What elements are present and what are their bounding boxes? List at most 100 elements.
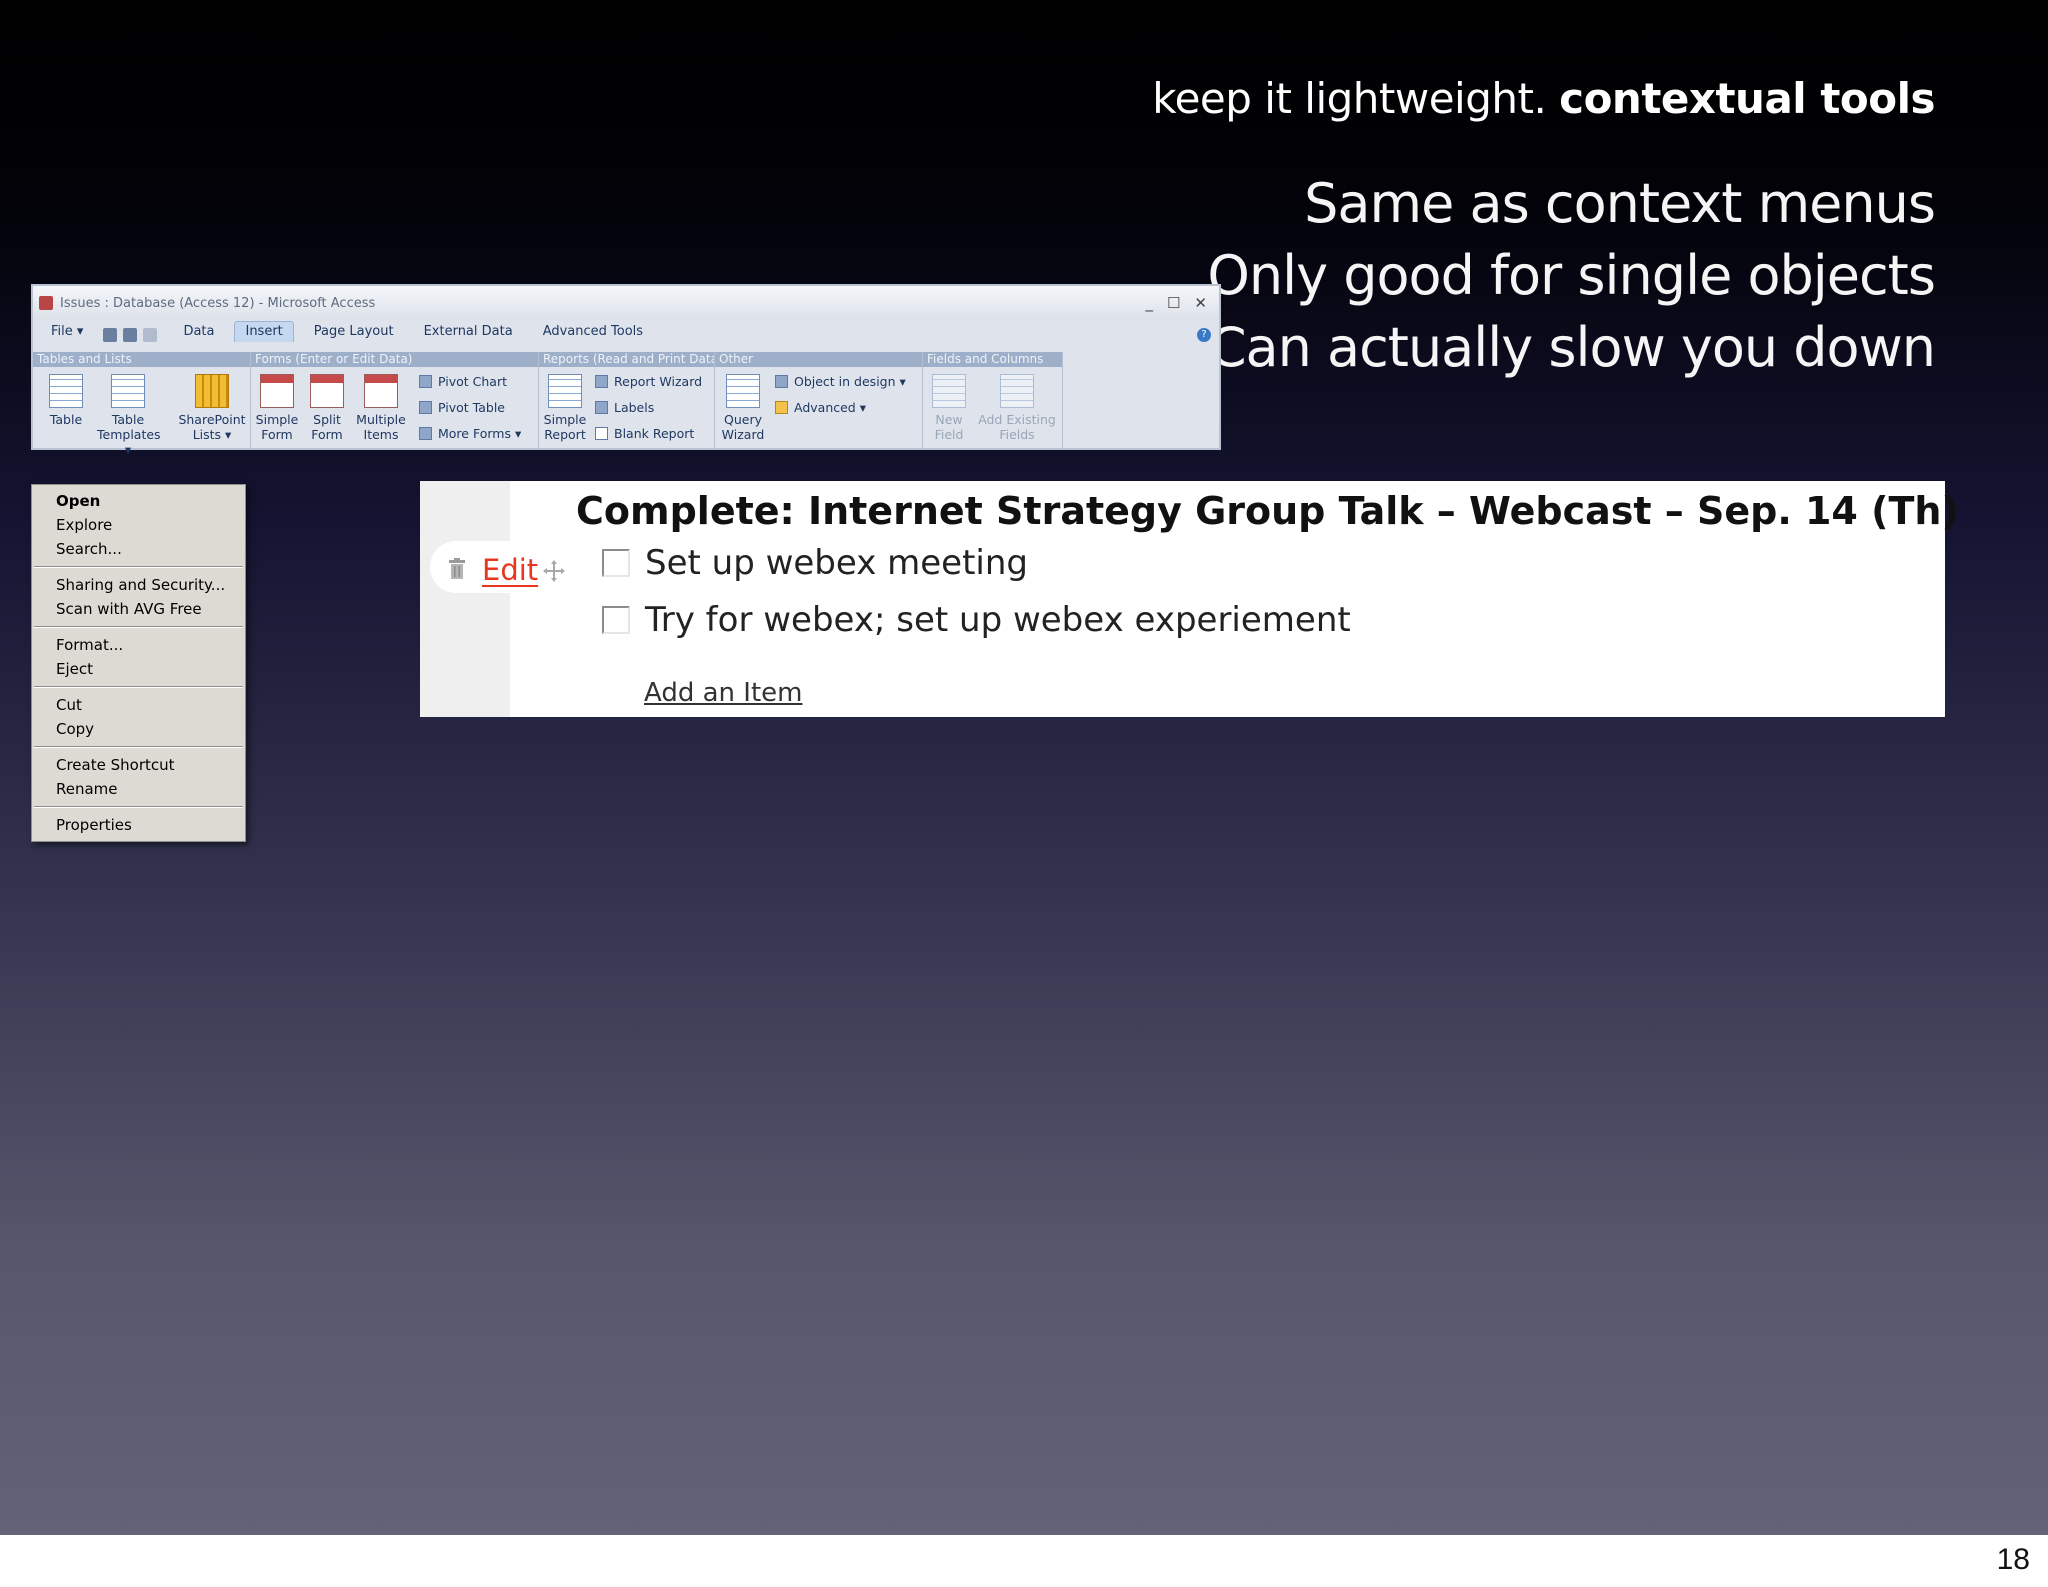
- pivot-table-button[interactable]: Pivot Table: [419, 400, 505, 415]
- checklist-gutter: [420, 481, 510, 717]
- menu-item-open[interactable]: Open: [32, 489, 245, 513]
- menu-item-sharing-security[interactable]: Sharing and Security...: [32, 573, 245, 597]
- multiple-items-icon: [364, 374, 398, 408]
- edit-link[interactable]: Edit: [482, 553, 538, 587]
- menu-item-search[interactable]: Search...: [32, 537, 245, 561]
- table-templates-button[interactable]: Table Templates ▾: [97, 374, 161, 457]
- menu-item-format[interactable]: Format...: [32, 633, 245, 657]
- trash-icon[interactable]: [448, 558, 466, 580]
- menu-item-rename[interactable]: Rename: [32, 777, 245, 801]
- sharepoint-lists-icon: [195, 374, 229, 408]
- close-icon[interactable]: ✕: [1194, 294, 1207, 312]
- context-menu: Open Explore Search... Sharing and Secur…: [31, 484, 246, 842]
- checklist-item: Set up webex meeting: [602, 543, 1028, 583]
- window-controls: _ ☐ ✕: [1145, 294, 1219, 312]
- blank-report-button[interactable]: Blank Report: [595, 426, 694, 441]
- more-forms-button[interactable]: More Forms ▾: [419, 426, 521, 441]
- tab-data[interactable]: Data: [173, 322, 224, 342]
- multiple-items-button[interactable]: Multiple Items: [351, 374, 411, 442]
- tab-insert[interactable]: Insert: [234, 321, 294, 342]
- advanced-button[interactable]: Advanced ▾: [775, 400, 866, 415]
- item-checkbox[interactable]: [602, 549, 630, 577]
- maximize-icon[interactable]: ☐: [1167, 294, 1180, 312]
- sharepoint-lists-button[interactable]: SharePoint Lists ▾: [173, 374, 251, 442]
- group-label: Tables and Lists: [33, 352, 250, 367]
- title-light: keep it lightweight.: [1152, 74, 1547, 123]
- report-wizard-icon: [595, 375, 608, 388]
- save-icon[interactable]: [103, 328, 118, 342]
- minimize-icon[interactable]: _: [1145, 294, 1153, 312]
- menu-separator: [34, 626, 243, 628]
- slide-title: keep it lightweight. contextual tools: [1152, 74, 1935, 123]
- simple-report-button[interactable]: Simple Report: [539, 374, 591, 442]
- add-existing-fields-icon: [1000, 374, 1034, 408]
- menu-item-explore[interactable]: Explore: [32, 513, 245, 537]
- pivot-chart-button[interactable]: Pivot Chart: [419, 374, 507, 389]
- print-icon[interactable]: [123, 328, 138, 342]
- menu-separator: [34, 806, 243, 808]
- menu-item-create-shortcut[interactable]: Create Shortcut: [32, 753, 245, 777]
- menu-item-cut[interactable]: Cut: [32, 693, 245, 717]
- bullet-item: Same as context menus: [1304, 172, 1936, 235]
- menu-separator: [34, 686, 243, 688]
- menu-item-scan-avg[interactable]: Scan with AVG Free: [32, 597, 245, 621]
- help-icon[interactable]: ?: [1197, 328, 1211, 342]
- more-forms-icon: [419, 427, 432, 440]
- checklist-heading: Complete: Internet Strategy Group Talk –…: [576, 489, 1959, 533]
- query-wizard-icon: [726, 374, 760, 408]
- bullet-item: Only good for single objects: [1207, 244, 1936, 307]
- labels-button[interactable]: Labels: [595, 400, 654, 415]
- window-title: Issues : Database (Access 12) - Microsof…: [60, 295, 376, 311]
- add-item-link[interactable]: Add an Item: [644, 678, 802, 708]
- query-wizard-button[interactable]: Query Wizard: [717, 374, 769, 442]
- menu-separator: [34, 566, 243, 568]
- table-templates-icon: [111, 374, 145, 408]
- group-fields-and-columns: Fields and Columns New Field Add Existin…: [923, 352, 1063, 448]
- quick-access-toolbar: [103, 328, 158, 342]
- ribbon-tabs: File ▾ Data Insert Page Layout External …: [33, 320, 1219, 342]
- tab-advanced-tools[interactable]: Advanced Tools: [533, 322, 653, 342]
- group-label: Other: [715, 352, 922, 367]
- split-form-button[interactable]: Split Form: [301, 374, 353, 442]
- menu-item-properties[interactable]: Properties: [32, 813, 245, 837]
- new-field-icon: [932, 374, 966, 408]
- bullet-list: Same as context menus Only good for sing…: [1207, 168, 1936, 384]
- item-checkbox[interactable]: [602, 606, 630, 634]
- item-label[interactable]: Set up webex meeting: [645, 543, 1028, 583]
- pivot-chart-icon: [419, 375, 432, 388]
- object-in-design-button[interactable]: Object in design ▾: [775, 374, 906, 389]
- simple-form-button[interactable]: Simple Form: [251, 374, 303, 442]
- simple-report-icon: [548, 374, 582, 408]
- slide-background: keep it lightweight. contextual tools Sa…: [0, 0, 2048, 1535]
- tab-file[interactable]: File ▾: [41, 322, 93, 342]
- advanced-icon: [775, 401, 788, 414]
- bullet-item: Can actually slow you down: [1208, 316, 1936, 379]
- access-app-icon: [39, 296, 53, 310]
- new-field-button[interactable]: New Field: [923, 374, 975, 442]
- tab-page-layout[interactable]: Page Layout: [304, 322, 404, 342]
- item-label[interactable]: Try for webex; set up webex experiement: [645, 600, 1351, 640]
- menu-item-eject[interactable]: Eject: [32, 657, 245, 681]
- menu-item-copy[interactable]: Copy: [32, 717, 245, 741]
- checklist-panel: Complete: Internet Strategy Group Talk –…: [420, 481, 1959, 717]
- tab-external-data[interactable]: External Data: [414, 322, 523, 342]
- group-tables-and-lists: Tables and Lists Table Table Templates ▾…: [33, 352, 251, 457]
- group-label: Fields and Columns: [923, 352, 1062, 367]
- pivot-table-icon: [419, 401, 432, 414]
- group-label: Reports (Read and Print Data): [539, 352, 714, 367]
- page-number: 18: [1996, 1543, 2030, 1576]
- add-existing-fields-button[interactable]: Add Existing Fields: [975, 374, 1059, 442]
- table-button[interactable]: Table: [35, 374, 97, 427]
- simple-form-icon: [260, 374, 294, 408]
- ribbon-groups: Tables and Lists Table Table Templates ▾…: [33, 352, 1219, 457]
- blank-report-icon: [595, 427, 608, 440]
- group-label: Forms (Enter or Edit Data): [251, 352, 538, 367]
- report-wizard-button[interactable]: Report Wizard: [595, 374, 702, 389]
- group-reports: Reports (Read and Print Data) Simple Rep…: [539, 352, 715, 448]
- title-bold: contextual tools: [1559, 74, 1935, 123]
- move-icon[interactable]: [542, 559, 566, 583]
- undo-icon[interactable]: [143, 328, 158, 342]
- split-form-icon: [310, 374, 344, 408]
- access-ribbon: Issues : Database (Access 12) - Microsof…: [31, 284, 1221, 457]
- labels-icon: [595, 401, 608, 414]
